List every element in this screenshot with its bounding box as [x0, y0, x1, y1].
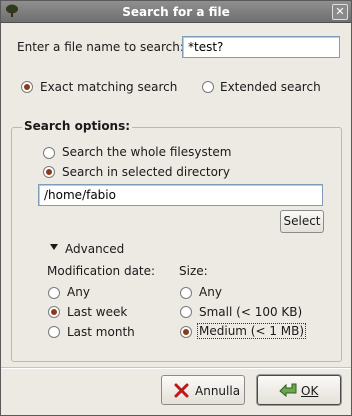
button-separator: [1, 367, 351, 369]
cancel-button-label: Annulla: [195, 384, 241, 398]
extended-search-radio[interactable]: [202, 81, 214, 93]
advanced-expander-label[interactable]: Advanced: [65, 242, 124, 256]
whole-filesystem-radio[interactable]: [43, 147, 55, 159]
search-dialog: Search for a file ✕ Enter a file name to…: [0, 0, 352, 416]
whole-filesystem-label[interactable]: Search the whole filesystem: [62, 145, 232, 159]
mod-last-month-label[interactable]: Last month: [67, 325, 135, 339]
mod-any-label[interactable]: Any: [67, 285, 90, 299]
size-any-label[interactable]: Any: [199, 285, 222, 299]
x-icon: [174, 383, 189, 398]
mod-last-week-label[interactable]: Last week: [67, 305, 127, 319]
triangle-down-icon[interactable]: [49, 243, 59, 251]
modification-date-header: Modification date:: [47, 264, 156, 278]
mod-last-month-radio[interactable]: [48, 326, 60, 338]
filename-label: Enter a file name to search:: [17, 40, 184, 54]
size-medium-radio[interactable]: [180, 326, 192, 338]
select-directory-button[interactable]: Select: [280, 210, 324, 233]
window-title: Search for a file: [122, 5, 230, 19]
titlebar[interactable]: Search for a file ✕: [1, 1, 351, 23]
size-medium-label[interactable]: Medium (< 1 MB): [196, 323, 307, 339]
exact-search-label[interactable]: Exact matching search: [40, 80, 177, 94]
close-icon[interactable]: ✕: [332, 4, 348, 20]
checkmark-arrow-icon: [279, 383, 297, 398]
ok-button[interactable]: OK: [257, 375, 341, 405]
extended-search-label[interactable]: Extended search: [220, 80, 321, 94]
selected-directory-radio[interactable]: [43, 166, 55, 178]
filename-input[interactable]: *test?: [182, 36, 340, 58]
selected-directory-label[interactable]: Search in selected directory: [62, 165, 230, 179]
search-options-heading: Search options:: [22, 119, 133, 133]
directory-input[interactable]: /home/fabio: [38, 184, 323, 206]
size-small-label[interactable]: Small (< 100 KB): [199, 305, 302, 319]
mod-last-week-radio[interactable]: [48, 306, 60, 318]
mod-any-radio[interactable]: [48, 287, 60, 299]
exact-search-radio[interactable]: [21, 81, 33, 93]
ok-button-label: OK: [301, 384, 319, 398]
size-header: Size:: [179, 264, 208, 278]
size-any-radio[interactable]: [180, 287, 192, 299]
size-small-radio[interactable]: [180, 306, 192, 318]
cancel-button[interactable]: Annulla: [161, 375, 245, 405]
